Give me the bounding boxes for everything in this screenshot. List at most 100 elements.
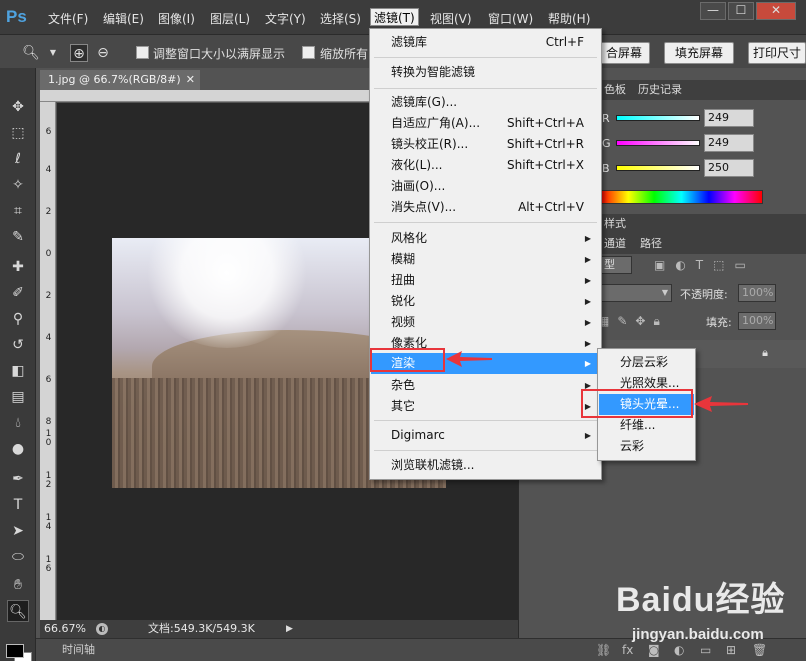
fill-field[interactable]: 100%: [738, 312, 776, 330]
move-tool-icon[interactable]: ✥: [7, 96, 29, 118]
menu-filter[interactable]: 滤镜(T): [370, 8, 419, 26]
ruler-number: 4: [45, 165, 52, 175]
eyedropper-tool-icon[interactable]: ✎: [7, 226, 29, 248]
menu-item-vanishing-point[interactable]: 消失点(V)... Alt+Ctrl+V: [371, 197, 600, 218]
brush-tool-icon[interactable]: ✐: [7, 282, 29, 304]
red-value-field[interactable]: 249: [704, 109, 754, 127]
zoom-out-icon[interactable]: ⊖: [94, 44, 112, 62]
submenu-arrow-icon: ▶: [584, 359, 591, 368]
menu-item-oil-paint[interactable]: 油画(O)...: [371, 176, 600, 197]
menu-help[interactable]: 帮助(H): [548, 10, 590, 28]
menu-item-digimarc[interactable]: Digimarc ▶: [371, 425, 600, 446]
tab-swatches[interactable]: 色板: [604, 80, 626, 100]
menu-item-lens-correction[interactable]: 镜头校正(R)... Shift+Ctrl+R: [371, 134, 600, 155]
foreground-color-swatch[interactable]: [6, 644, 24, 658]
menu-edit[interactable]: 编辑(E): [103, 10, 144, 28]
menu-item-filter-gallery[interactable]: 滤镜库(G)...: [371, 92, 600, 113]
crop-tool-icon[interactable]: ⌗: [7, 200, 29, 222]
status-info-icon[interactable]: ◐: [96, 623, 108, 635]
healing-brush-tool-icon[interactable]: ✚: [7, 256, 29, 278]
submenu-arrow-icon: ▶: [584, 276, 591, 285]
menu-image[interactable]: 图像(I): [158, 10, 195, 28]
document-tab[interactable]: 1.jpg @ 66.7%(RGB/8#) ✕: [40, 70, 200, 90]
menu-view[interactable]: 视图(V): [430, 10, 472, 28]
eraser-tool-icon[interactable]: ◧: [7, 360, 29, 382]
zoom-in-icon[interactable]: ⊕: [70, 44, 88, 62]
tab-styles[interactable]: 样式: [604, 214, 626, 234]
close-icon[interactable]: ✕: [186, 70, 195, 90]
ellipse-tool-icon[interactable]: ⬭: [7, 546, 29, 568]
link-layers-icon[interactable]: ⛓: [596, 643, 611, 657]
maximize-button[interactable]: ☐: [728, 2, 754, 20]
menu-item-other[interactable]: 其它 ▶: [371, 396, 600, 417]
gradient-tool-icon[interactable]: ▤: [7, 386, 29, 408]
stamp-tool-icon[interactable]: ⚲: [7, 308, 29, 330]
status-arrow-icon[interactable]: ▶: [286, 620, 293, 638]
submenu-item-clouds[interactable]: 云彩: [599, 436, 694, 457]
tab-paths[interactable]: 路径: [640, 234, 662, 254]
blur-tool-icon[interactable]: 💧︎: [7, 412, 29, 434]
channel-label-b: B: [602, 162, 610, 175]
submenu-item-fibers[interactable]: 纤维...: [599, 415, 694, 436]
opacity-field[interactable]: 100%: [738, 284, 776, 302]
ruler-number: 0: [45, 249, 52, 259]
blend-mode-select[interactable]: ▼: [600, 284, 672, 302]
menu-item-convert-smart-filter[interactable]: 转换为智能滤镜: [371, 62, 600, 83]
blue-value-field[interactable]: 250: [704, 159, 754, 177]
close-button[interactable]: ✕: [756, 2, 796, 20]
menu-layer[interactable]: 图层(L): [210, 10, 250, 28]
lasso-tool-icon[interactable]: ℓ: [7, 148, 29, 170]
lock-options-icons[interactable]: ▦✎✥🔒︎: [598, 314, 668, 329]
fit-screen-button[interactable]: 合屏幕: [598, 42, 650, 64]
red-slider[interactable]: [616, 115, 700, 121]
layer-kind-filter[interactable]: 型: [600, 256, 632, 274]
resize-windows-checkbox[interactable]: [136, 46, 149, 59]
color-spectrum[interactable]: [600, 190, 763, 204]
blue-slider[interactable]: [616, 165, 700, 171]
ruler-number: 6: [45, 127, 52, 137]
tab-channels[interactable]: 通道: [604, 234, 626, 254]
tab-history[interactable]: 历史记录: [638, 80, 682, 100]
zoom-tool-icon[interactable]: 🔍︎: [7, 600, 29, 622]
ruler-number: 1 0: [45, 429, 52, 448]
chevron-down-icon[interactable]: ▼: [44, 44, 62, 62]
menu-item-noise[interactable]: 杂色 ▶: [371, 375, 600, 396]
timeline-panel-bar[interactable]: 时间轴: [36, 638, 518, 661]
layer-filter-icons[interactable]: ▣◐T⬚▭: [654, 258, 756, 272]
minimize-button[interactable]: —: [700, 2, 726, 20]
menu-item-sharpen[interactable]: 锐化 ▶: [371, 291, 600, 312]
menu-item-liquify[interactable]: 液化(L)... Shift+Ctrl+X: [371, 155, 600, 176]
history-brush-tool-icon[interactable]: ↺: [7, 334, 29, 356]
menu-type[interactable]: 文字(Y): [265, 10, 306, 28]
green-slider[interactable]: [616, 140, 700, 146]
menu-item-distort[interactable]: 扭曲 ▶: [371, 270, 600, 291]
submenu-arrow-icon: ▶: [584, 234, 591, 243]
zoom-all-checkbox[interactable]: [302, 46, 315, 59]
path-selection-tool-icon[interactable]: ➤: [7, 520, 29, 542]
marquee-tool-icon[interactable]: ⬚: [7, 122, 29, 144]
menu-item-video[interactable]: 视频 ▶: [371, 312, 600, 333]
print-size-button[interactable]: 打印尺寸: [748, 42, 806, 64]
zoom-tool-icon[interactable]: 🔍︎: [22, 44, 40, 62]
submenu-item-difference-clouds[interactable]: 分层云彩: [599, 352, 694, 373]
hand-tool-icon[interactable]: ✋︎: [7, 574, 29, 596]
menu-separator: [374, 222, 597, 223]
menu-select[interactable]: 选择(S): [320, 10, 361, 28]
green-value-field[interactable]: 249: [704, 134, 754, 152]
menu-item-browse-online-filters[interactable]: 浏览联机滤镜...: [371, 455, 600, 476]
fill-screen-button[interactable]: 填充屏幕: [664, 42, 734, 64]
menu-item-filter-gallery-last[interactable]: 滤镜库 Ctrl+F: [371, 32, 600, 53]
menu-file[interactable]: 文件(F): [48, 10, 88, 28]
pen-tool-icon[interactable]: ✒: [7, 468, 29, 490]
ruler-number: 2: [45, 207, 52, 217]
menu-window[interactable]: 窗口(W): [488, 10, 533, 28]
dodge-tool-icon[interactable]: ●: [7, 438, 29, 460]
color-panel-tabs: 色板 历史记录: [600, 80, 806, 100]
menu-item-stylize[interactable]: 风格化 ▶: [371, 228, 600, 249]
ruler-number: 8: [45, 417, 52, 427]
menu-item-adaptive-wide-angle[interactable]: 自适应广角(A)... Shift+Ctrl+A: [371, 113, 600, 134]
magic-wand-tool-icon[interactable]: ✧: [7, 174, 29, 196]
menu-item-blur[interactable]: 模糊 ▶: [371, 249, 600, 270]
zoom-level[interactable]: 66.67%: [44, 620, 86, 638]
type-tool-icon[interactable]: T: [7, 494, 29, 516]
